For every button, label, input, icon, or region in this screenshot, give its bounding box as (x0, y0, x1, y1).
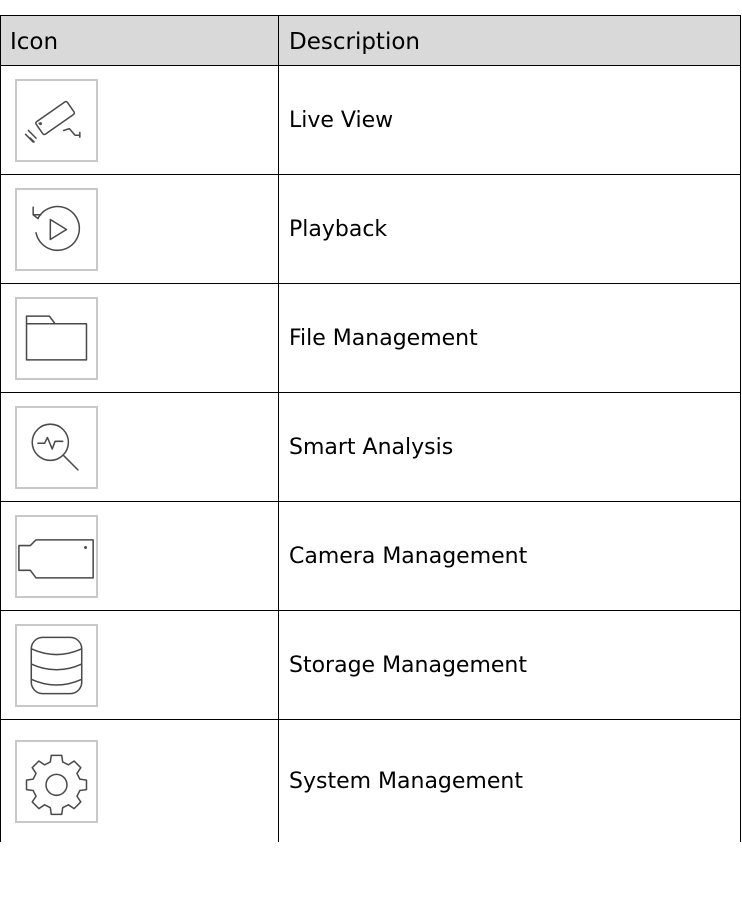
description-cell: File Management (279, 284, 740, 392)
description-cell: Camera Management (279, 502, 740, 610)
table-header-row: Icon Description (0, 15, 741, 66)
row-description: System Management (289, 768, 523, 794)
row-description: Storage Management (289, 652, 527, 678)
table-row: Smart Analysis (0, 393, 741, 502)
description-cell: Storage Management (279, 611, 740, 719)
icon-cell (1, 66, 279, 174)
row-description: Camera Management (289, 543, 528, 569)
icon-cell (1, 393, 279, 501)
table-row: File Management (0, 284, 741, 393)
table-row: Playback (0, 175, 741, 284)
storage-icon (15, 623, 98, 707)
icon-cell (1, 502, 279, 610)
icon-cell (1, 611, 279, 719)
table-row: System Management (0, 720, 741, 842)
description-cell: Smart Analysis (279, 393, 740, 501)
description-cell: Playback (279, 175, 740, 283)
icon-cell (1, 284, 279, 392)
icon-description-table: Icon Description Live View Playback File… (0, 15, 741, 842)
description-cell: System Management (279, 720, 740, 842)
row-description: File Management (289, 325, 478, 351)
row-description: Smart Analysis (289, 434, 454, 460)
playback-icon (15, 187, 98, 271)
header-icon: Icon (1, 16, 279, 65)
row-description: Playback (289, 216, 388, 242)
description-cell: Live View (279, 66, 740, 174)
icon-cell (1, 720, 279, 842)
table-row: Camera Management (0, 502, 741, 611)
camera-management-icon (15, 514, 98, 598)
smart-analysis-icon (15, 405, 98, 489)
table-row: Storage Management (0, 611, 741, 720)
header-description: Description (289, 28, 420, 55)
camera-icon (15, 78, 98, 162)
table-row: Live View (0, 66, 741, 175)
icon-cell (1, 175, 279, 283)
row-description: Live View (289, 107, 394, 133)
gear-icon (15, 739, 98, 823)
folder-icon (15, 296, 98, 380)
